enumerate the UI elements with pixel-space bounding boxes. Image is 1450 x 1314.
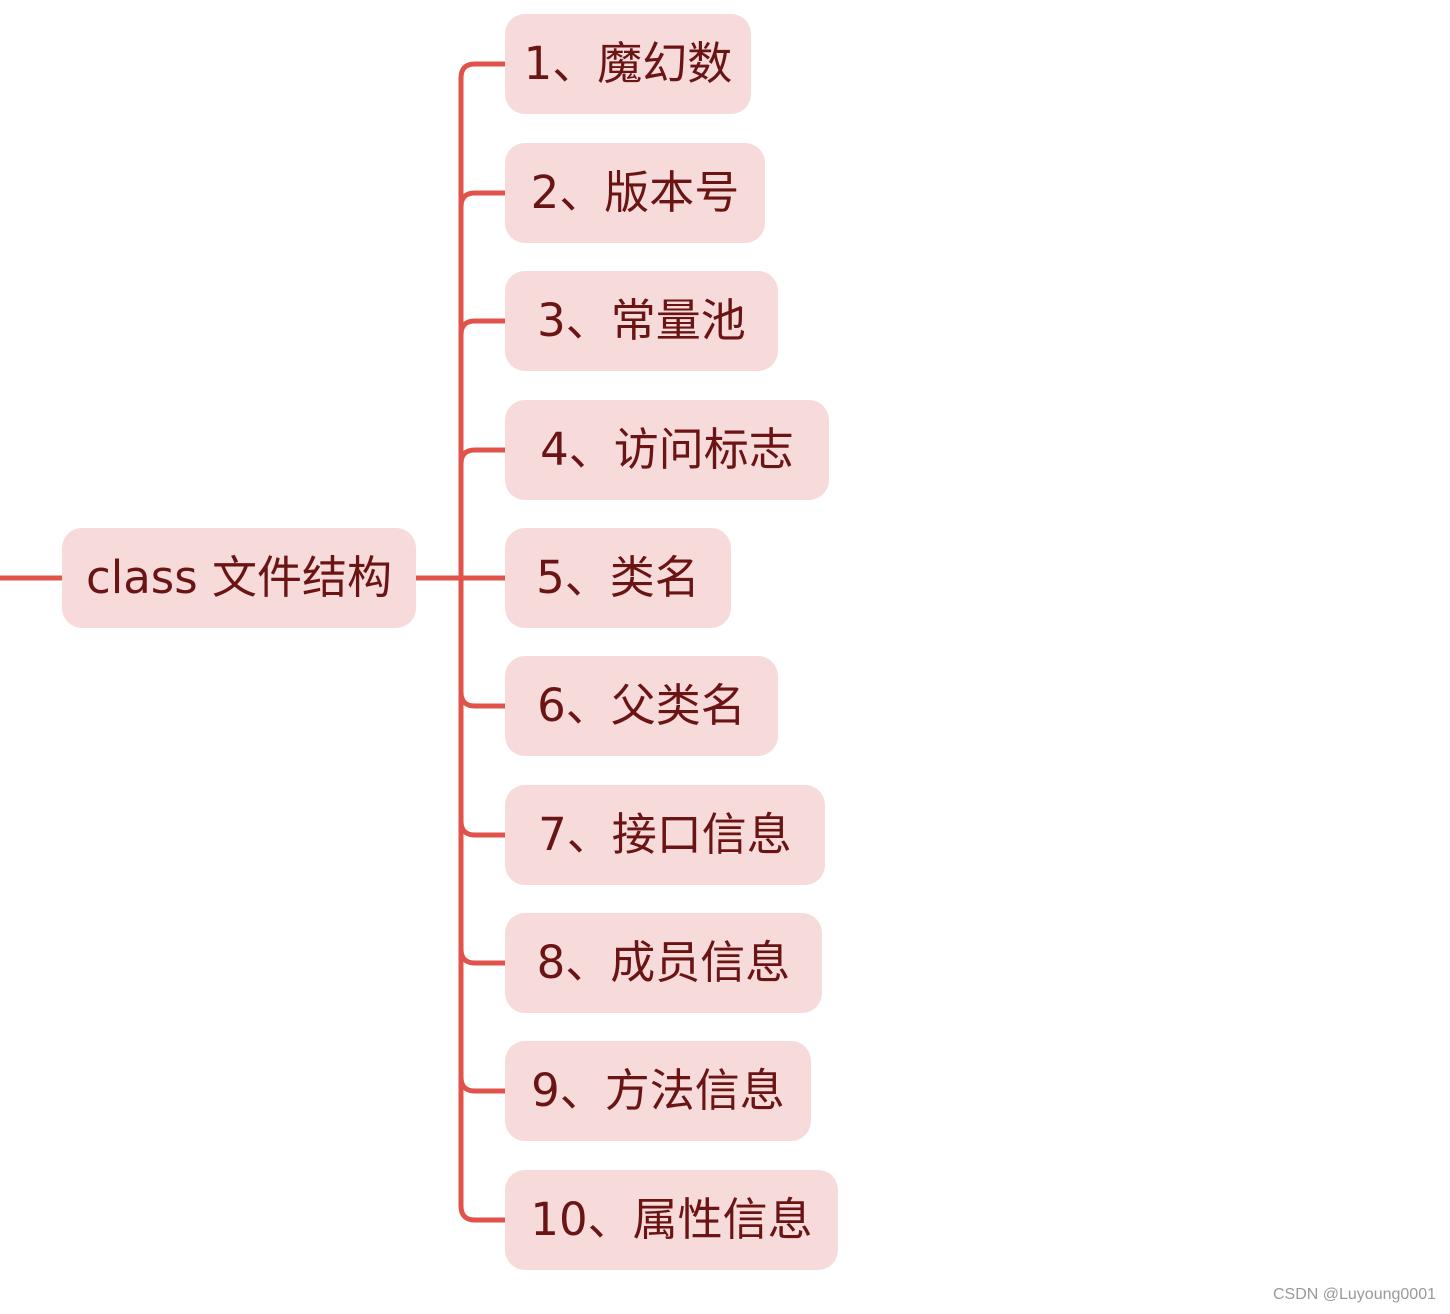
branch-node-label: 6、父类名 bbox=[537, 679, 746, 732]
root-node-class-file-structure[interactable]: class 文件结构 bbox=[62, 528, 416, 628]
branch-connector-1 bbox=[458, 61, 508, 81]
branch-node-label: 9、方法信息 bbox=[531, 1064, 785, 1117]
branch-node-label: 5、类名 bbox=[536, 551, 700, 604]
branch-connector-9 bbox=[458, 1074, 508, 1094]
branch-node-label: 4、访问标志 bbox=[540, 423, 794, 476]
branch-node-9[interactable]: 9、方法信息 bbox=[505, 1041, 811, 1141]
branch-connector-4 bbox=[458, 447, 508, 467]
branch-node-label: 8、成员信息 bbox=[536, 936, 791, 989]
branch-connector-3 bbox=[458, 318, 508, 338]
branch-node-label: 2、版本号 bbox=[530, 166, 740, 219]
branch-node-label: 10、属性信息 bbox=[530, 1193, 813, 1246]
branch-node-4[interactable]: 4、访问标志 bbox=[505, 400, 829, 500]
root-node-label: class 文件结构 bbox=[85, 551, 392, 604]
branch-node-1[interactable]: 1、魔幻数 bbox=[505, 14, 751, 114]
branch-node-6[interactable]: 6、父类名 bbox=[505, 656, 778, 756]
branch-connector-10 bbox=[458, 1203, 508, 1223]
branch-connector-2 bbox=[458, 190, 508, 210]
branch-node-label: 7、接口信息 bbox=[538, 808, 792, 861]
branch-connector-8 bbox=[458, 946, 508, 966]
branch-node-10[interactable]: 10、属性信息 bbox=[505, 1170, 838, 1270]
branch-node-label: 1、魔幻数 bbox=[523, 37, 733, 90]
branch-node-8[interactable]: 8、成员信息 bbox=[505, 913, 822, 1013]
branch-node-7[interactable]: 7、接口信息 bbox=[505, 785, 825, 885]
watermark: CSDN @Luyoung0001 bbox=[1272, 1286, 1436, 1303]
branch-node-2[interactable]: 2、版本号 bbox=[505, 143, 765, 243]
branch-connector-7 bbox=[458, 818, 508, 838]
branch-node-5[interactable]: 5、类名 bbox=[505, 528, 731, 628]
branch-connector-6 bbox=[458, 689, 508, 709]
branch-node-3[interactable]: 3、常量池 bbox=[505, 271, 778, 371]
branch-node-label: 3、常量池 bbox=[537, 294, 746, 347]
